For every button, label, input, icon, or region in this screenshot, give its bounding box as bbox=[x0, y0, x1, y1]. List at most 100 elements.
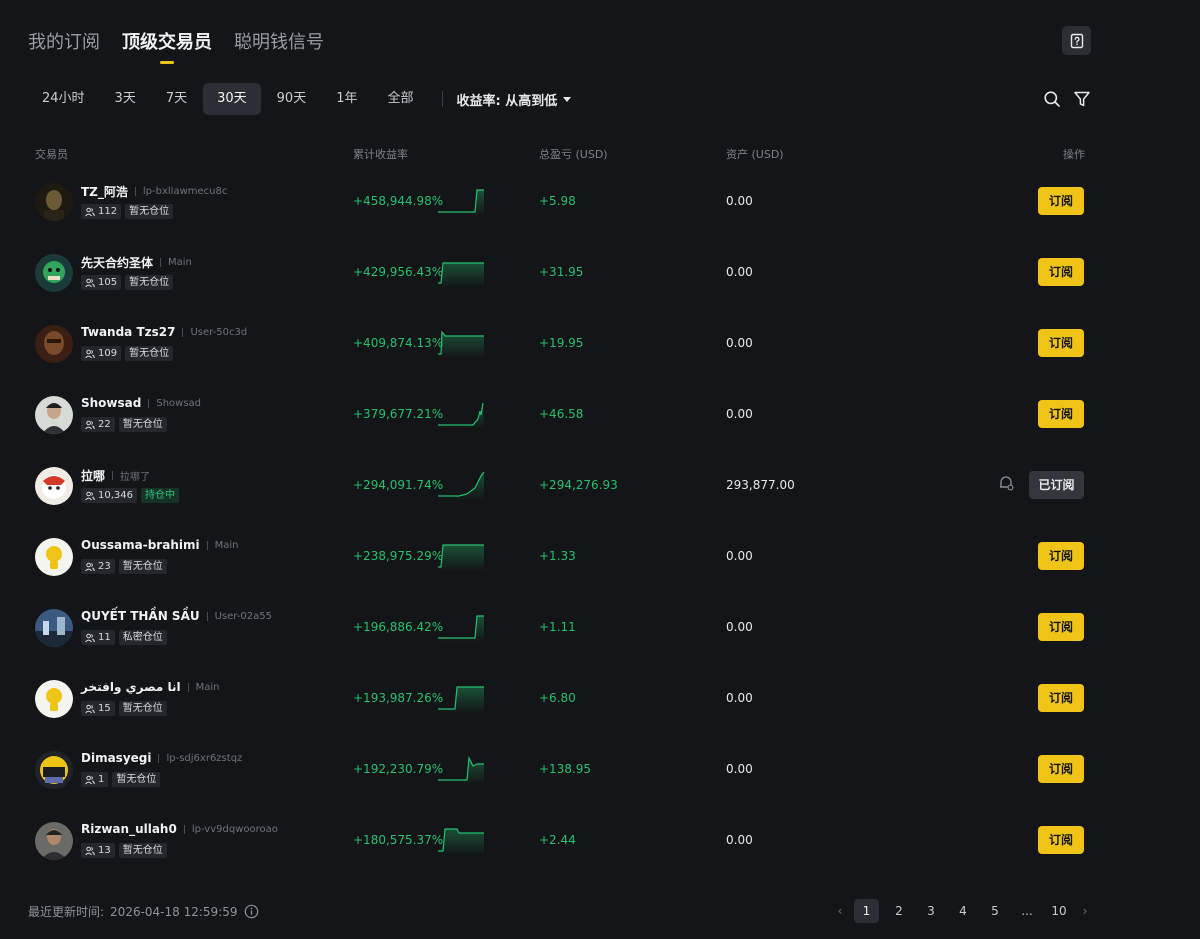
sparkline-area bbox=[438, 263, 484, 287]
trader-meta: 10,346 持仓中 bbox=[81, 488, 179, 503]
help-button[interactable] bbox=[1062, 26, 1091, 55]
trader-name[interactable]: Oussama-brahimi bbox=[81, 538, 200, 552]
filter-icon[interactable] bbox=[1073, 90, 1091, 108]
info-icon[interactable] bbox=[244, 904, 259, 919]
tab-top-traders[interactable]: 顶级交易员 bbox=[122, 28, 212, 64]
tab-smart-money-signals[interactable]: 聪明钱信号 bbox=[234, 28, 324, 64]
trader-name-line: Oussama-brahimi Main bbox=[81, 538, 238, 552]
trader-name[interactable]: 拉哪 bbox=[81, 467, 105, 484]
trader-name-line: QUYẾT THẦN SẦU User-02a55 bbox=[81, 609, 272, 623]
trader-account: 拉哪了 bbox=[120, 472, 151, 483]
page-ellipsis: ... bbox=[1021, 904, 1033, 918]
trader-name-line: Showsad Showsad bbox=[81, 396, 201, 410]
sort-dropdown[interactable]: 收益率: 从高到低 bbox=[457, 90, 572, 109]
page-5[interactable]: 5 bbox=[979, 899, 1011, 923]
help-book-icon bbox=[1070, 33, 1083, 48]
table-row[interactable]: Rizwan_ullah0 lp-vv9dqwooroao 13 暂无仓位 +1… bbox=[0, 808, 1200, 879]
trader-name[interactable]: Twanda Tzs27 bbox=[81, 325, 175, 339]
col-action: 操作 bbox=[1063, 148, 1085, 161]
trader-name[interactable]: QUYẾT THẦN SẦU bbox=[81, 609, 200, 623]
period-all[interactable]: 全部 bbox=[373, 83, 427, 115]
avatar[interactable] bbox=[35, 325, 73, 363]
subscribe-button[interactable]: 订阅 bbox=[1038, 755, 1084, 783]
roi-value: +238,975.29% bbox=[353, 549, 444, 563]
subscribe-button[interactable]: 订阅 bbox=[1038, 329, 1084, 357]
avatar[interactable] bbox=[35, 183, 73, 221]
pnl-value: +6.80 bbox=[539, 691, 576, 705]
period-30d[interactable]: 30天 bbox=[203, 83, 261, 115]
subscribe-button[interactable]: 订阅 bbox=[1038, 258, 1084, 286]
trader-name[interactable]: Showsad bbox=[81, 396, 141, 410]
trader-account: Showsad bbox=[156, 397, 202, 409]
subscribe-button[interactable]: 订阅 bbox=[1038, 826, 1084, 854]
table-row[interactable]: انا مصري وافتخر Main 15 暂无仓位 +193,987.26… bbox=[0, 666, 1200, 737]
period-7d[interactable]: 7天 bbox=[152, 83, 201, 115]
avatar[interactable] bbox=[35, 609, 73, 647]
table-row[interactable]: TZ_阿浩 lp-bxllawmecu8c 112 暂无仓位 +458,944.… bbox=[0, 169, 1200, 240]
avatar[interactable] bbox=[35, 396, 73, 434]
subscribe-button[interactable]: 订阅 bbox=[1038, 187, 1084, 215]
trader-name-line: Twanda Tzs27 User-50c3d bbox=[81, 325, 247, 339]
table-row[interactable]: Oussama-brahimi Main 23 暂无仓位 +238,975.29… bbox=[0, 524, 1200, 595]
trader-account: Main bbox=[168, 257, 192, 268]
col-assets: 资产 (USD) bbox=[726, 148, 784, 161]
prev-page-icon[interactable]: ‹ bbox=[830, 899, 850, 923]
avatar[interactable] bbox=[35, 254, 73, 292]
followers-icon bbox=[85, 278, 95, 288]
assets-value: 0.00 bbox=[726, 336, 753, 350]
trader-name[interactable]: انا مصري وافتخر bbox=[81, 680, 181, 694]
page-3[interactable]: 3 bbox=[915, 899, 947, 923]
subscribed-button[interactable]: 已订阅 bbox=[1029, 471, 1084, 499]
period-3d[interactable]: 3天 bbox=[101, 83, 150, 115]
search-icon[interactable] bbox=[1043, 90, 1061, 108]
table-row[interactable]: 先天合约圣体 Main 105 暂无仓位 +429,956.43% +31.95… bbox=[0, 240, 1200, 311]
next-page-icon[interactable]: › bbox=[1075, 899, 1095, 923]
trader-meta: 112 暂无仓位 bbox=[81, 204, 174, 219]
trader-name[interactable]: TZ_阿浩 bbox=[81, 183, 128, 200]
subscribe-button[interactable]: 订阅 bbox=[1038, 684, 1084, 712]
avatar[interactable] bbox=[35, 751, 73, 789]
table-row[interactable]: Showsad Showsad 22 暂无仓位 +379,677.21% +46… bbox=[0, 382, 1200, 453]
position-status-badge: 暂无仓位 bbox=[118, 559, 167, 574]
bell-settings-icon[interactable] bbox=[997, 474, 1015, 492]
page-2[interactable]: 2 bbox=[883, 899, 915, 923]
avatar[interactable] bbox=[35, 467, 73, 505]
period-1y[interactable]: 1年 bbox=[322, 83, 371, 115]
table-row[interactable]: QUYẾT THẦN SẦU User-02a55 11 私密仓位 +196,8… bbox=[0, 595, 1200, 666]
followers-count: 105 bbox=[98, 277, 118, 288]
avatar[interactable] bbox=[35, 680, 73, 718]
page-1[interactable]: 1 bbox=[854, 899, 879, 923]
position-status-badge: 暂无仓位 bbox=[118, 843, 167, 858]
followers-icon bbox=[85, 207, 95, 217]
page-4[interactable]: 4 bbox=[947, 899, 979, 923]
tab-my-subscriptions[interactable]: 我的订阅 bbox=[28, 28, 100, 64]
trader-meta: 13 暂无仓位 bbox=[81, 843, 167, 858]
followers-count: 112 bbox=[98, 206, 118, 217]
table-row[interactable]: Twanda Tzs27 User-50c3d 109 暂无仓位 +409,87… bbox=[0, 311, 1200, 382]
trader-name[interactable]: 先天合约圣体 bbox=[81, 254, 153, 271]
toolbar bbox=[1043, 90, 1091, 108]
assets-value: 0.00 bbox=[726, 265, 753, 279]
page-10[interactable]: 10 bbox=[1043, 899, 1075, 923]
avatar[interactable] bbox=[35, 822, 73, 860]
table-row[interactable]: Dimasyegi lp-sdj6xr6zstqz 1 暂无仓位 +192,23… bbox=[0, 737, 1200, 808]
subscribe-button[interactable]: 订阅 bbox=[1038, 400, 1084, 428]
pnl-value: +294,276.93 bbox=[539, 478, 618, 492]
trader-name-line: Dimasyegi lp-sdj6xr6zstqz bbox=[81, 751, 242, 765]
followers-badge: 23 bbox=[81, 559, 115, 574]
followers-badge: 1 bbox=[81, 772, 109, 787]
followers-count: 15 bbox=[98, 703, 111, 714]
avatar[interactable] bbox=[35, 538, 73, 576]
position-status-badge: 暂无仓位 bbox=[112, 772, 161, 787]
subscribe-button[interactable]: 订阅 bbox=[1038, 542, 1084, 570]
assets-value: 0.00 bbox=[726, 407, 753, 421]
table-row[interactable]: 拉哪 拉哪了 10,346 持仓中 +294,091.74% +294,276.… bbox=[0, 453, 1200, 524]
trader-meta: 105 暂无仓位 bbox=[81, 275, 174, 290]
period-24h[interactable]: 24小时 bbox=[28, 83, 99, 115]
subscribe-button[interactable]: 订阅 bbox=[1038, 613, 1084, 641]
trader-name[interactable]: Rizwan_ullah0 bbox=[81, 822, 177, 836]
period-90d[interactable]: 90天 bbox=[263, 83, 321, 115]
trader-name[interactable]: Dimasyegi bbox=[81, 751, 151, 765]
trader-meta: 15 暂无仓位 bbox=[81, 701, 167, 716]
roi-value: +196,886.42% bbox=[353, 620, 444, 634]
